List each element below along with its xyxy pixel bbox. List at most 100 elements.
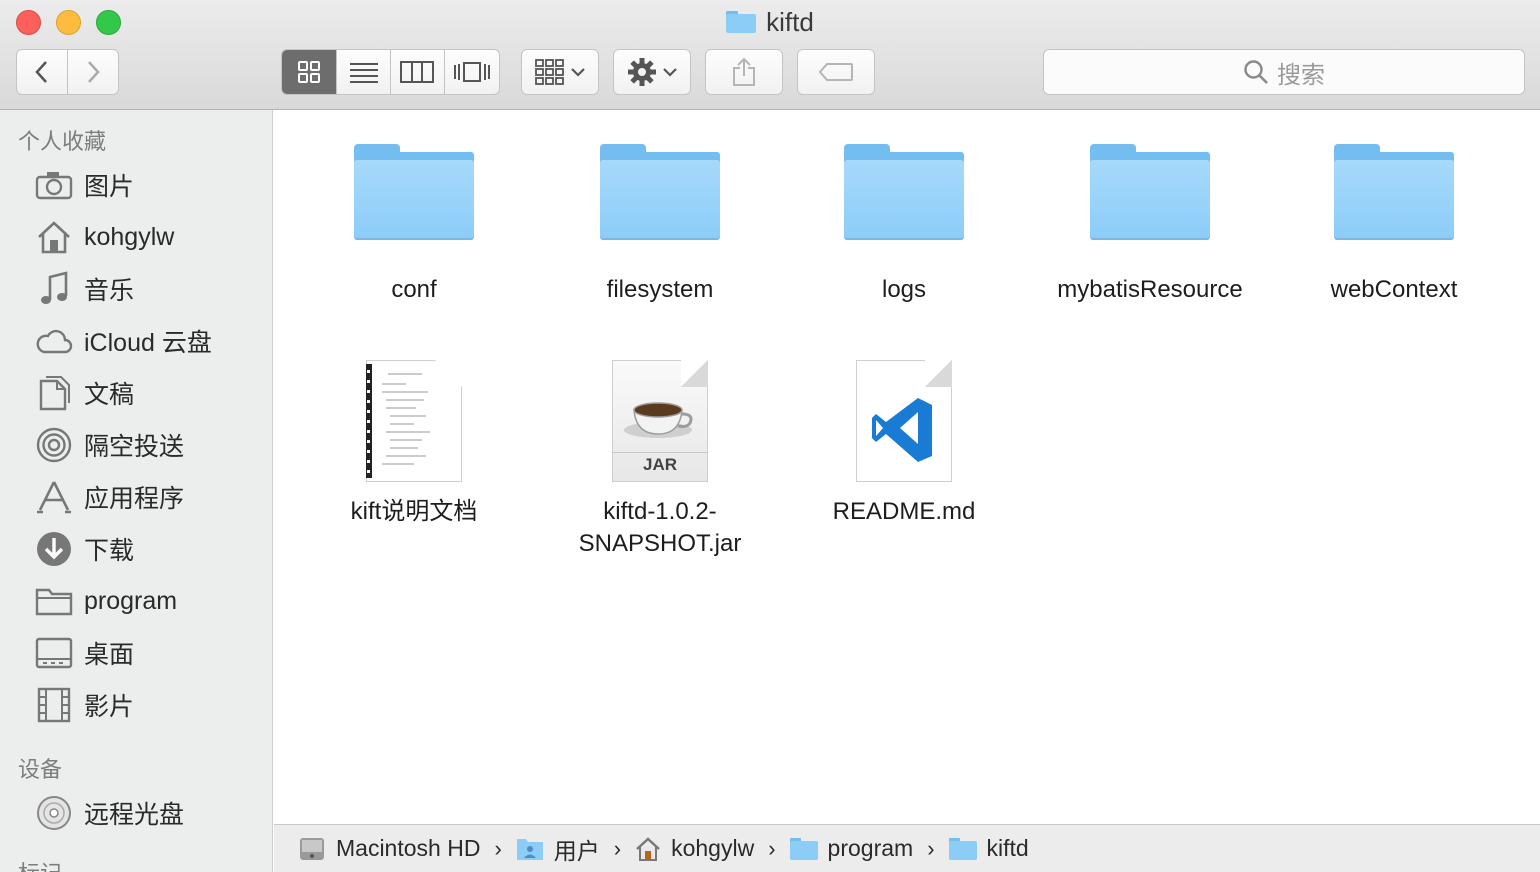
devices-header: 设备: [18, 757, 63, 782]
sidebar-item-home[interactable]: kohgylw: [0, 211, 272, 263]
sidebar-item-remote-disc[interactable]: 远程光盘: [0, 787, 272, 839]
chevron-right-icon: ›: [927, 835, 935, 861]
window-title-text: kiftd: [766, 6, 814, 37]
music-note-icon: [34, 269, 74, 309]
sidebar-item-applications[interactable]: 应用程序: [0, 471, 272, 523]
share-button[interactable]: [705, 49, 783, 95]
file-item-webcontext[interactable]: webContext: [1284, 144, 1504, 306]
home-icon: [34, 217, 74, 257]
file-name: webContext: [1330, 276, 1458, 303]
search-placeholder: 搜索: [1277, 61, 1325, 89]
sidebar-item-program[interactable]: program: [0, 575, 272, 627]
window-toolbar: kiftd 搜索: [0, 0, 1540, 110]
path-item-label: program: [827, 835, 914, 861]
gallery-view-button[interactable]: [445, 50, 499, 94]
column-view-button[interactable]: [391, 50, 445, 94]
file-item-readme[interactable]: README.md: [794, 360, 1014, 528]
file-name: filesystem: [606, 276, 714, 303]
forward-button[interactable]: [68, 50, 119, 94]
folder-icon: [600, 144, 720, 240]
sidebar-item-movies[interactable]: 影片: [0, 679, 272, 731]
action-button[interactable]: [613, 49, 691, 95]
file-item-mybatisresource[interactable]: mybatisResource: [1040, 144, 1260, 306]
file-name-line1: kiftd-1.0.2-: [603, 498, 717, 525]
jar-badge: JAR: [642, 455, 677, 474]
file-name: kiftd-1.0.2- SNAPSHOT.jar: [579, 496, 742, 560]
columns-icon: [400, 61, 435, 83]
path-item-label: 用户: [553, 837, 600, 864]
chevron-left-icon: [35, 61, 47, 83]
sidebar-item-documents[interactable]: 文稿: [0, 367, 272, 419]
film-icon: [34, 685, 74, 725]
folder-icon: [354, 144, 474, 240]
file-name: logs: [881, 276, 927, 303]
share-icon: [733, 57, 755, 86]
file-item-kift-doc[interactable]: kift说明文档: [304, 360, 524, 528]
folder-icon: [726, 11, 757, 33]
hard-drive-icon: [300, 837, 324, 860]
sidebar-item-label: 下载: [84, 537, 135, 565]
folder-icon: [34, 581, 74, 621]
path-item-users[interactable]: 用户: [516, 832, 600, 866]
chevron-right-icon: ›: [768, 835, 776, 861]
chevron-down-icon: [663, 68, 677, 77]
search-icon: [1244, 60, 1268, 84]
search-field[interactable]: 搜索: [1043, 49, 1525, 95]
sidebar: 个人收藏 图片 kohgylw 音乐 iCloud 云盘 文稿 隔空投送 应用程…: [0, 110, 273, 872]
tag-icon: [818, 63, 853, 81]
sidebar-item-icloud[interactable]: iCloud 云盘: [0, 315, 272, 367]
folder-icon: [1334, 144, 1454, 240]
file-item-kiftd-jar[interactable]: JAR kiftd-1.0.2- SNAPSHOT.jar: [550, 360, 770, 560]
sidebar-item-label: 图片: [84, 173, 135, 201]
grid-icon: [298, 61, 321, 83]
jar-file-icon: JAR: [612, 360, 708, 482]
sidebar-item-pictures[interactable]: 图片: [0, 159, 272, 211]
file-item-filesystem[interactable]: filesystem: [550, 144, 770, 306]
path-bar: Macintosh HD › 用户 › kohgylw › program › …: [274, 824, 1540, 872]
view-mode-control: [281, 49, 500, 95]
arrange-grid-icon: [535, 59, 564, 85]
chevron-right-icon: ›: [613, 835, 622, 861]
file-item-logs[interactable]: logs: [794, 144, 1014, 306]
document-icon: [366, 360, 462, 482]
folder-icon: [948, 837, 977, 860]
path-item-program[interactable]: program: [789, 835, 914, 862]
sidebar-item-desktop[interactable]: 桌面: [0, 627, 272, 679]
sidebar-item-label: 桌面: [84, 641, 135, 669]
path-item-kiftd[interactable]: kiftd: [948, 835, 1029, 862]
path-item-home[interactable]: kohgylw: [635, 835, 754, 862]
file-name: kift说明文档: [350, 498, 478, 525]
folder-icon: [844, 144, 964, 240]
file-item-conf[interactable]: conf: [304, 144, 524, 306]
file-name: README.md: [832, 498, 976, 525]
path-item-macintosh-hd[interactable]: Macintosh HD: [298, 835, 480, 863]
back-button[interactable]: [17, 50, 68, 94]
icon-view-button[interactable]: [282, 50, 338, 94]
sidebar-item-label: 应用程序: [84, 485, 185, 513]
camera-icon: [34, 165, 74, 205]
sidebar-item-music[interactable]: 音乐: [0, 263, 272, 315]
desktop-icon: [34, 633, 74, 673]
favorites-header: 个人收藏: [18, 129, 107, 154]
sidebar-item-downloads[interactable]: 下载: [0, 523, 272, 575]
list-icon: [349, 63, 378, 83]
path-item-label: kiftd: [986, 835, 1029, 861]
sidebar-item-airdrop[interactable]: 隔空投送: [0, 419, 272, 471]
tags-button[interactable]: [797, 49, 875, 95]
chevron-down-icon: [571, 68, 585, 77]
nav-buttons: [16, 49, 119, 95]
path-item-label: kohgylw: [671, 835, 755, 861]
arrange-button[interactable]: [521, 49, 599, 95]
cover-flow-icon: [453, 62, 490, 82]
sidebar-item-label: 影片: [84, 693, 135, 721]
list-view-button[interactable]: [337, 50, 391, 94]
users-folder-icon: [516, 838, 543, 860]
sidebar-item-label: kohgylw: [84, 222, 175, 251]
folder-icon: [1090, 144, 1210, 240]
chevron-right-icon: ›: [494, 835, 502, 861]
sidebar-item-label: 隔空投送: [84, 433, 185, 461]
sidebar-item-label: iCloud 云盘: [84, 329, 212, 357]
airdrop-icon: [34, 425, 74, 465]
file-name: conf: [391, 276, 437, 303]
path-item-label: Macintosh HD: [336, 835, 481, 861]
